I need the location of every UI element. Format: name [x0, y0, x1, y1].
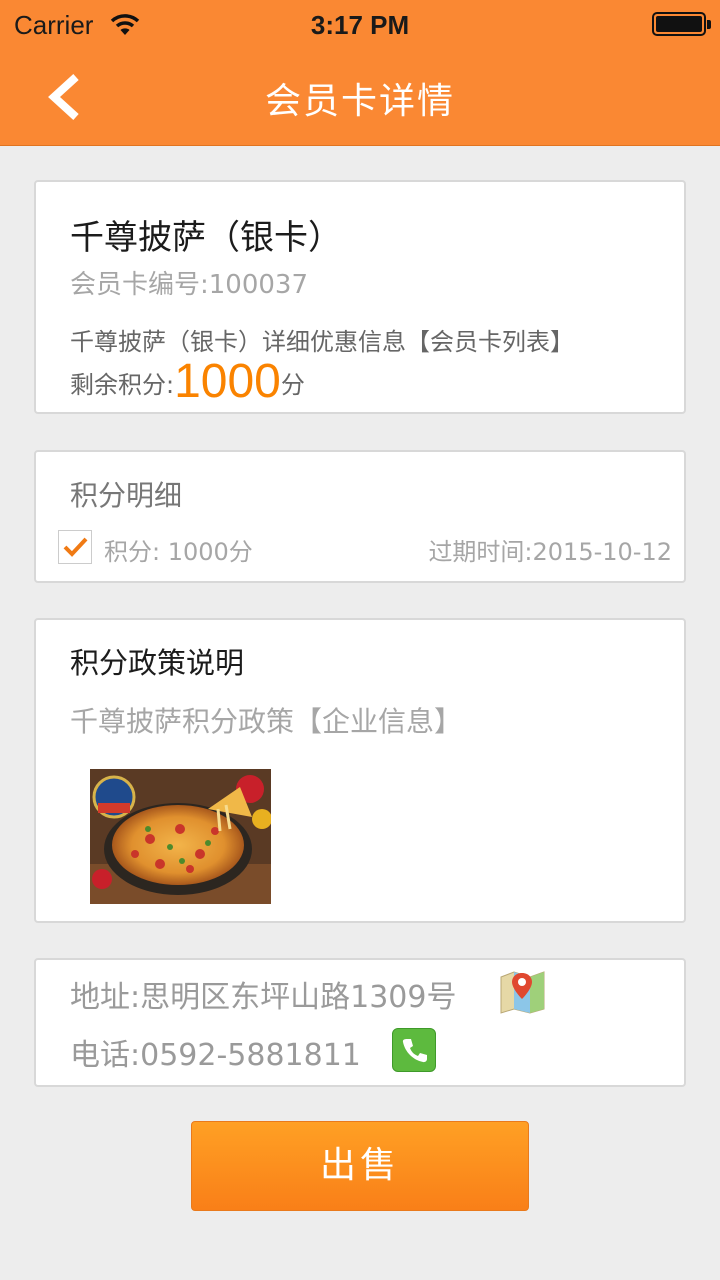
points-record-expiry: 过期时间:2015-10-12 [428, 538, 672, 566]
remaining-points: 剩余积分:1000分 [70, 354, 305, 409]
checkmark-icon [63, 537, 88, 557]
status-bar: Carrier 3:17 PM [0, 0, 720, 48]
points-record-checkbox[interactable] [58, 530, 92, 564]
policy-link[interactable]: 千尊披萨积分政策【企业信息】 [70, 700, 462, 740]
points-label: 剩余积分: [70, 371, 175, 399]
policy-title: 积分政策说明 [70, 646, 245, 680]
points-unit: 分 [280, 371, 305, 399]
page-title: 会员卡详情 [264, 81, 455, 122]
points-record-amount: 积分: 1000分 [104, 538, 253, 566]
pizza-image[interactable] [90, 769, 271, 904]
sell-button[interactable]: 出售 [191, 1121, 529, 1211]
navigation-bar: Carrier 3:17 PM 会员卡详情 [0, 0, 720, 146]
points-policy-section: 积分政策说明 千尊披萨积分政策【企业信息】 [34, 618, 686, 923]
battery-icon [652, 12, 711, 36]
points-detail-section: 积分明细 积分: 1000分 过期时间:2015-10-12 [34, 450, 686, 583]
map-icon[interactable] [499, 969, 546, 1015]
points-value: 1000 [174, 355, 281, 408]
card-name: 千尊披萨（银卡） [70, 218, 342, 258]
card-detail-link[interactable]: 千尊披萨（银卡）详细优惠信息【会员卡列表】 [70, 322, 574, 357]
card-number: 会员卡编号:100037 [70, 270, 309, 300]
contact-section: 地址:思明区东坪山路1309号 电话:0592-5881811 [34, 958, 686, 1087]
member-card-summary: 千尊披萨（银卡） 会员卡编号:100037 千尊披萨（银卡）详细优惠信息【会员卡… [34, 180, 686, 414]
phone-icon[interactable] [392, 1028, 436, 1072]
phone-text: 电话:0592-5881811 [70, 1038, 361, 1073]
points-detail-title: 积分明细 [70, 479, 183, 512]
clock: 3:17 PM [310, 10, 410, 40]
address-text: 地址:思明区东坪山路1309号 [70, 980, 457, 1015]
